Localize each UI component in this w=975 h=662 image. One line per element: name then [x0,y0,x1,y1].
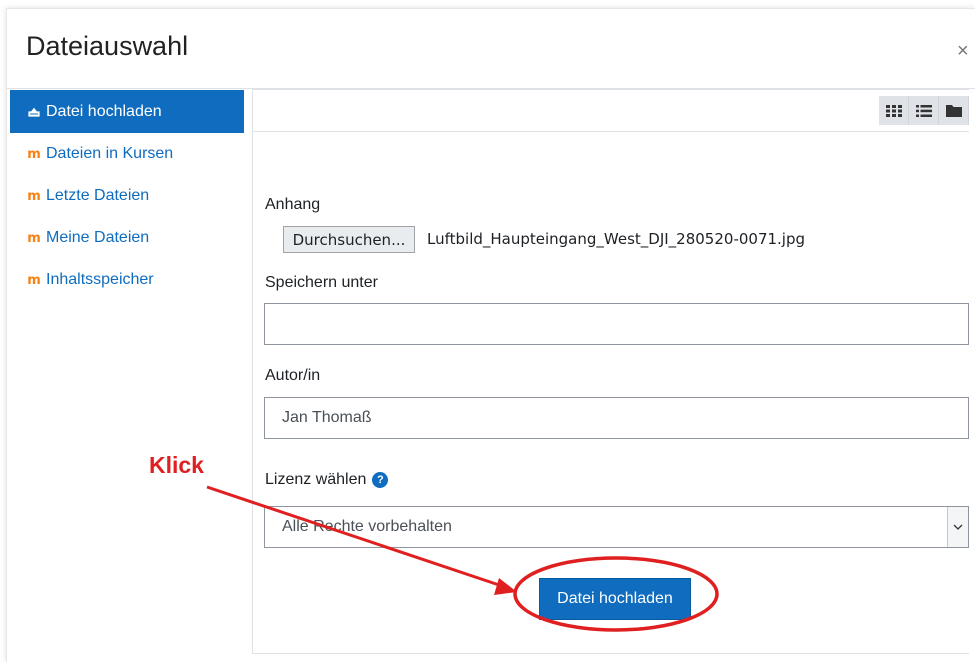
annotation-click-label: Klick [149,452,204,478]
author-label: Autor/in [265,367,321,384]
moodle-icon: m [27,272,41,288]
list-view-icon[interactable] [909,96,939,125]
browse-button[interactable]: Durchsuchen... [283,226,415,253]
license-select[interactable]: Alle Rechte vorbehalten [264,506,969,548]
sidebar-item-content-bank[interactable]: m Inhaltsspeicher [10,259,244,301]
sidebar-item-upload[interactable]: Datei hochladen [10,90,244,133]
chevron-down-icon [947,507,968,547]
sidebar-item-label: Meine Dateien [46,229,150,246]
license-select-value: Alle Rechte vorbehalten [282,518,452,535]
sidebar-item-my-files[interactable]: m Meine Dateien [10,217,244,259]
save-as-input[interactable] [264,303,969,345]
sidebar-item-recent-files[interactable]: m Letzte Dateien [10,175,244,217]
dialog-header: Dateiauswahl × [7,9,975,89]
attachment-label: Anhang [265,196,321,213]
dialog-title: Dateiauswahl [26,31,189,61]
license-label: Lizenz wählen [265,471,367,488]
sidebar-item-label: Dateien in Kursen [46,145,174,162]
save-as-label: Speichern unter [265,274,378,291]
author-input[interactable]: Jan Thomaß [264,397,969,439]
folder-view-icon[interactable] [939,96,969,125]
help-icon[interactable]: ? [372,471,389,488]
grid-view-icon[interactable] [879,96,909,125]
sidebar-item-label: Inhaltsspeicher [46,271,154,288]
moodle-icon: m [27,230,41,246]
selected-file-name: Luftbild_Haupteingang_West_DJI_280520-00… [427,230,806,248]
upload-icon [26,105,42,119]
sidebar-item-label: Letzte Dateien [46,187,150,204]
moodle-icon: m [27,188,41,204]
sidebar-item-label: Datei hochladen [46,102,162,120]
license-label-row: Lizenz wählen? [265,471,389,489]
upload-file-button[interactable]: Datei hochladen [539,578,691,620]
repository-sidebar: Datei hochladen m Dateien in Kursen m Le… [10,90,244,301]
sidebar-item-course-files[interactable]: m Dateien in Kursen [10,133,244,175]
upload-panel: Anhang Durchsuchen... Luftbild_Haupteing… [252,89,969,654]
view-toolbar [253,90,969,132]
moodle-icon: m [27,146,41,162]
close-button[interactable]: × [957,41,969,61]
